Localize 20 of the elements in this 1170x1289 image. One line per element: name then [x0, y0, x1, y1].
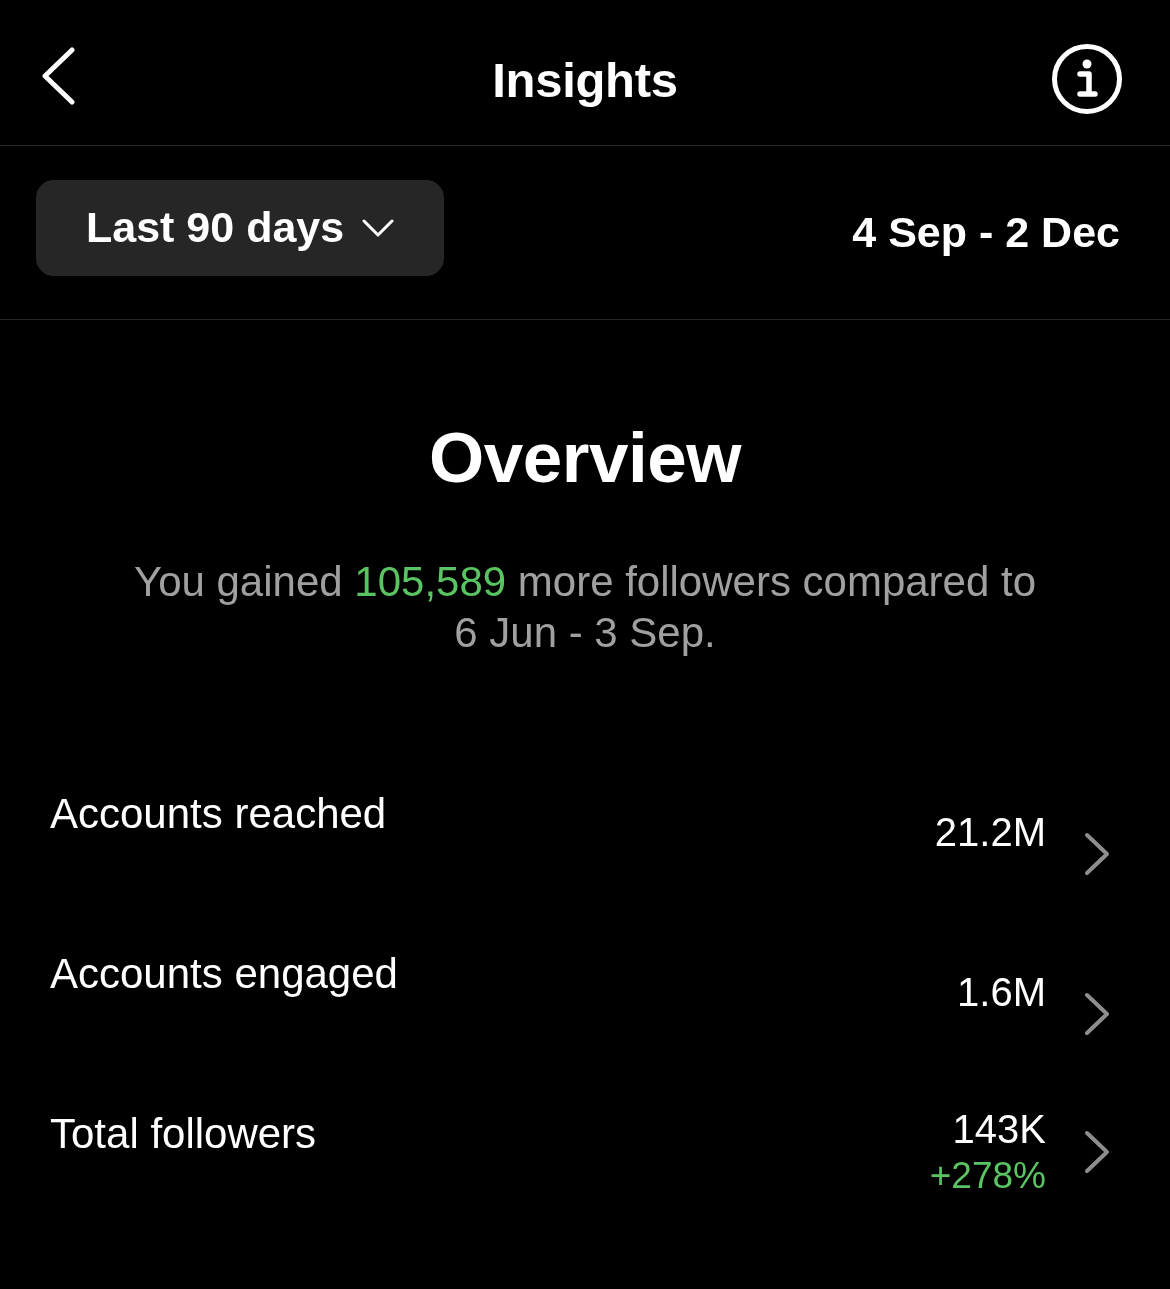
back-chevron-icon [40, 46, 76, 105]
chevron-right-icon[interactable] [1084, 832, 1110, 876]
metric-label: Accounts engaged [50, 950, 398, 998]
screen-title: Insights [492, 52, 678, 109]
metric-value: 1.6M [957, 969, 1046, 1016]
chevron-right-icon[interactable] [1084, 992, 1110, 1036]
overview-heading: Overview [429, 417, 741, 499]
metric-value: 21.2M [934, 809, 1046, 856]
info-button[interactable] [1052, 43, 1122, 114]
metric-label: Total followers [50, 1110, 317, 1158]
caret-down-icon [362, 218, 395, 237]
date-range-text: 4 Sep - 2 Dec [852, 208, 1120, 257]
chevron-right-icon[interactable] [1084, 1130, 1110, 1174]
metric-label: Accounts reached [50, 790, 387, 838]
metric-change: +278% [929, 1154, 1046, 1198]
overview-summary: You gained 105,589 more followers compared to 6 Jun - 3 Sep. [132, 557, 1038, 658]
back-button[interactable] [40, 46, 76, 105]
info-icon [1052, 43, 1122, 114]
date-range-dropdown[interactable]: Last 90 days [36, 179, 444, 276]
metric-value: 143K [952, 1106, 1046, 1153]
